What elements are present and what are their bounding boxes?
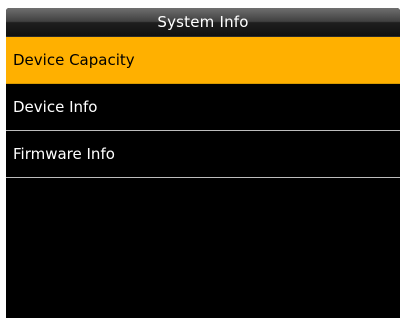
menu-item-label: Device Info [13,98,98,116]
system-info-menu: Device Capacity Device Info Firmware Inf… [6,37,400,178]
menu-item-label: Firmware Info [13,145,115,163]
page-title: System Info [157,13,249,31]
menu-item-label: Device Capacity [13,51,135,69]
title-bar: System Info [6,8,400,37]
menu-item-device-capacity[interactable]: Device Capacity [6,37,400,84]
system-info-panel: System Info Device Capacity Device Info … [6,8,400,318]
device-screen: System Info Device Capacity Device Info … [0,0,414,318]
menu-item-device-info[interactable]: Device Info [6,84,400,131]
menu-item-firmware-info[interactable]: Firmware Info [6,131,400,178]
